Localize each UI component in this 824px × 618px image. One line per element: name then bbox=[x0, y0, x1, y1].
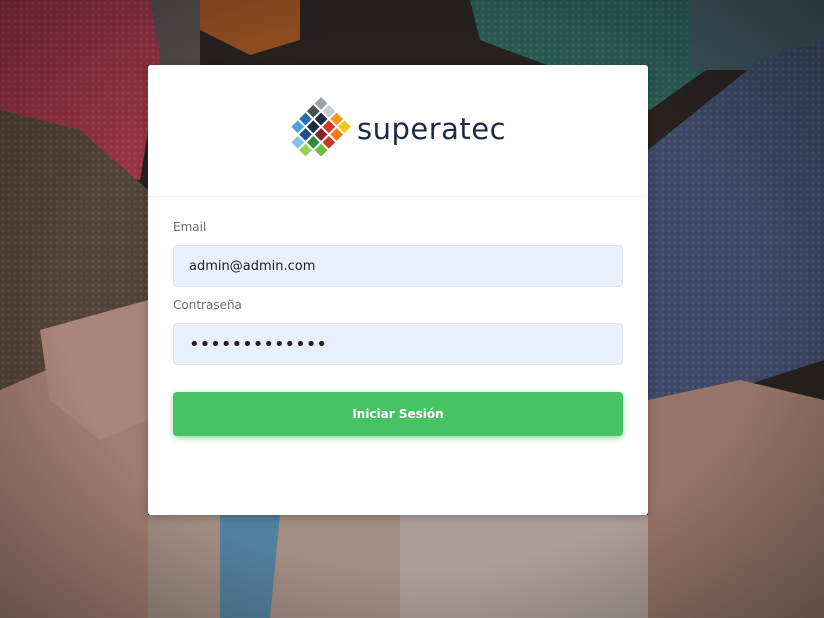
password-label: Contraseña bbox=[173, 298, 242, 312]
login-button[interactable]: Iniciar Sesión bbox=[173, 392, 623, 436]
brand-logo: superatec bbox=[273, 90, 506, 172]
login-card: superatec Email Contraseña Iniciar Sesió… bbox=[148, 65, 648, 515]
password-field[interactable] bbox=[173, 323, 623, 365]
brand-name: superatec bbox=[357, 112, 507, 146]
card-header: superatec bbox=[148, 65, 648, 197]
email-label: Email bbox=[173, 220, 207, 234]
login-form: Email Contraseña Iniciar Sesión bbox=[173, 219, 623, 436]
superatec-logo-icon bbox=[291, 97, 351, 157]
email-field[interactable] bbox=[173, 245, 623, 287]
